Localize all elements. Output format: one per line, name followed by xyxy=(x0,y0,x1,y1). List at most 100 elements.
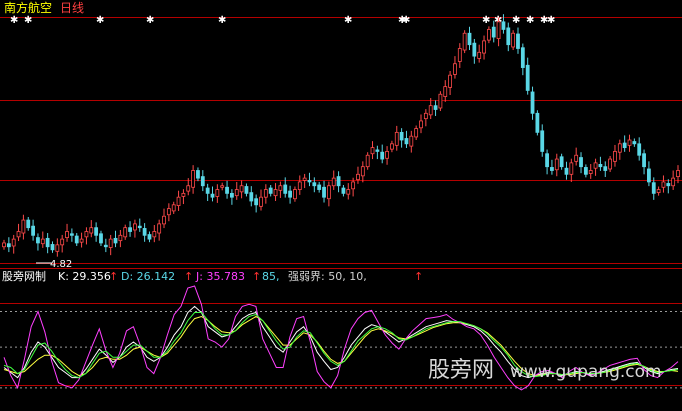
chart-stage: ✱✱✱✱✱✱✱✱✱✱✱✱✱✱ 4.82 南方航空 日线 股旁网制 K: 29.3… xyxy=(0,0,682,411)
candle-body xyxy=(293,189,297,200)
candle-body xyxy=(613,151,617,162)
candle-body xyxy=(331,177,336,187)
candle-body xyxy=(16,231,21,238)
candle-body xyxy=(414,128,419,138)
candle-body xyxy=(666,183,671,187)
candle-body xyxy=(162,215,166,225)
candle-body xyxy=(244,186,249,194)
candle-body xyxy=(617,143,622,153)
candle-body xyxy=(482,40,486,54)
candle-body xyxy=(443,86,448,97)
candle-body xyxy=(239,185,244,193)
signal-star: ✱ xyxy=(10,15,18,26)
d-value: D: 26.142 xyxy=(121,270,175,283)
candle-body xyxy=(491,26,496,38)
candle-body xyxy=(671,177,676,187)
candle-body xyxy=(191,170,196,188)
candle-body xyxy=(171,204,176,212)
candle-body xyxy=(108,238,113,248)
k-arrow: ↑ xyxy=(109,270,118,283)
candle-body xyxy=(254,198,259,206)
candle-body xyxy=(113,237,118,244)
signal-star: ✱ xyxy=(482,15,490,26)
candle-body xyxy=(603,166,608,171)
candle-body xyxy=(579,157,583,168)
candle-body xyxy=(181,192,186,197)
candle-body xyxy=(322,186,326,198)
candle-body xyxy=(525,64,530,91)
candle-body xyxy=(554,158,559,171)
candle-body xyxy=(433,105,438,110)
price-grid xyxy=(0,17,682,264)
candle-body xyxy=(370,147,375,155)
j-arrow: ↑ xyxy=(252,270,261,283)
candle-body xyxy=(627,139,632,146)
candle-body xyxy=(2,242,6,248)
candle-body xyxy=(622,142,627,149)
candle-body xyxy=(550,167,554,171)
candle-body xyxy=(365,154,370,168)
candle-body xyxy=(40,238,45,245)
candle-body xyxy=(467,32,472,46)
j-value: J: 35.783 xyxy=(195,270,245,283)
candle-body xyxy=(656,189,661,194)
candle-body xyxy=(530,91,535,114)
candle-body xyxy=(229,192,234,198)
level-85-label: 85, xyxy=(262,270,280,283)
candle-body xyxy=(380,151,385,160)
candle-body xyxy=(423,112,428,120)
candle-body xyxy=(632,141,637,145)
candle-body xyxy=(152,231,157,238)
candle-body xyxy=(545,153,549,168)
candle-body xyxy=(569,162,574,175)
candle-body xyxy=(457,48,462,62)
candle-body xyxy=(283,184,288,194)
candle-body xyxy=(356,173,360,181)
signal-arrow: ↑ xyxy=(414,270,423,283)
candle-body xyxy=(462,32,467,51)
candle-body xyxy=(74,235,79,244)
candle-body xyxy=(6,243,11,248)
candle-body xyxy=(535,112,540,133)
candle-body xyxy=(210,193,215,198)
candle-body xyxy=(94,227,99,236)
candle-body xyxy=(516,33,520,49)
candle-body xyxy=(99,233,103,244)
candle-body xyxy=(288,190,292,198)
chart-period: 日线 xyxy=(60,1,84,15)
candle-body xyxy=(448,74,453,88)
watermark-url: www.gupang.com xyxy=(510,362,662,382)
signal-star: ✱ xyxy=(146,15,154,26)
candle-body xyxy=(341,187,346,194)
candle-body xyxy=(123,227,128,238)
candle-body xyxy=(205,187,210,194)
candle-body xyxy=(564,167,569,175)
candle-body xyxy=(215,189,220,197)
candle-body xyxy=(472,42,477,57)
candle-body xyxy=(278,185,283,191)
candle-body xyxy=(574,154,579,162)
signal-star: ✱ xyxy=(402,15,410,26)
candle-body xyxy=(176,196,181,206)
candle-body xyxy=(11,238,16,247)
candle-body xyxy=(651,182,656,194)
candle-body xyxy=(45,237,50,248)
signal-star: ✱ xyxy=(512,15,520,26)
candle-body xyxy=(346,189,351,195)
candle-body xyxy=(637,143,642,156)
candle-body xyxy=(200,176,205,187)
candle-body xyxy=(220,185,225,188)
candle-body xyxy=(55,244,60,252)
candle-body xyxy=(263,189,268,198)
candle-body xyxy=(142,228,147,236)
candle-body xyxy=(31,225,35,236)
candle-body xyxy=(676,170,680,177)
stock-chart: ✱✱✱✱✱✱✱✱✱✱✱✱✱✱ 4.82 南方航空 日线 股旁网制 K: 29.3… xyxy=(0,0,682,391)
k-value: K: 29.356 xyxy=(58,270,111,283)
candle-body xyxy=(647,168,651,183)
candle-body xyxy=(103,244,108,248)
candle-body xyxy=(385,151,389,159)
candle-body xyxy=(559,156,564,168)
signal-star: ✱ xyxy=(96,15,104,26)
candle-body xyxy=(496,21,501,39)
